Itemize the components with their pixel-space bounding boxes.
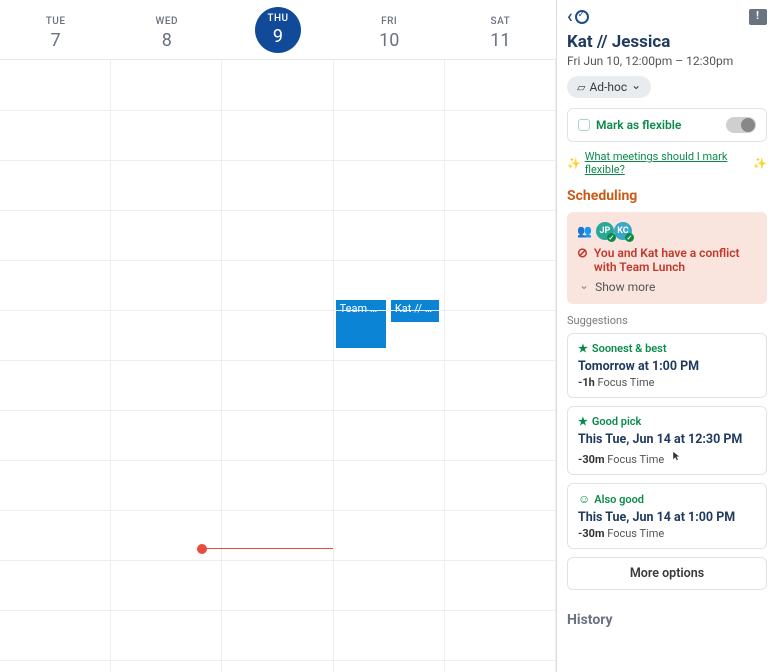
chevron-down-icon [631,80,641,94]
show-more-label: Show more [595,280,655,294]
mark-flexible-row: Mark as flexible [567,108,767,142]
hour-line [0,410,556,411]
conflict-text: You and Kat have a conflict with Team Lu… [594,246,757,274]
star-icon [578,342,588,355]
now-indicator [202,548,332,549]
clock-check-icon [575,10,589,24]
history-header: History [567,606,767,628]
suggestions-label: Suggestions [567,314,767,327]
check-icon: ✓ [625,233,634,242]
sparkle-icon [753,157,767,170]
calendar-header: TUE7WED8THU9FRI10SAT11 [0,0,556,60]
hour-line [0,110,556,111]
category-dropdown[interactable]: Ad-hoc [567,76,651,98]
back-icon[interactable] [567,8,573,26]
conflict-icon [577,246,588,261]
suggestion-time: Tomorrow at 1:00 PM [578,359,756,374]
smile-icon [578,492,590,506]
suggestion-badge: Soonest & best [592,342,667,355]
attendee-avatar[interactable]: KC✓ [614,222,632,240]
flexible-toggle[interactable] [726,117,756,133]
tag-icon [577,80,585,94]
flexible-help-row: What meetings should I mark flexible? [567,150,767,176]
flexibility-icon [578,119,590,131]
calendar-grid[interactable]: Team L…Kat // … [0,60,556,672]
hour-line [0,560,556,561]
hour-line [0,660,556,661]
calendar-column[interactable] [222,60,333,672]
calendar-column[interactable] [111,60,222,672]
hour-line [0,610,556,611]
hour-line [0,310,556,311]
calendar-day-header[interactable]: SAT11 [445,9,556,51]
calendar-day-header[interactable]: WED8 [111,9,222,51]
calendar-event[interactable]: Team L… [336,300,387,348]
calendar-day-header[interactable]: TUE7 [0,9,111,51]
hour-line [0,360,556,361]
sparkle-icon [567,157,581,170]
attendee-avatar[interactable]: JP✓ [596,222,614,240]
more-options-button[interactable]: More options [567,557,767,590]
event-title: Kat // Jessica [567,32,767,52]
suggestion-badge: Good pick [592,415,641,428]
suggestion-time: This Tue, Jun 14 at 1:00 PM [578,510,756,525]
hour-line [0,260,556,261]
star-icon [578,415,588,428]
suggestion-card[interactable]: Also good This Tue, Jun 14 at 1:00 PM -30m… [567,483,767,549]
hour-line [0,210,556,211]
suggestion-impact: -30m Focus Time [578,527,756,540]
flexible-help-link[interactable]: What meetings should I mark flexible? [585,150,750,176]
suggestion-badge: Also good [594,493,644,506]
suggestion-impact: -30m Focus Time [578,449,756,466]
hour-line [0,460,556,461]
category-label: Ad-hoc [589,80,627,94]
chevron-down-icon [579,280,589,294]
suggestion-time: This Tue, Jun 14 at 12:30 PM [578,432,756,447]
event-sidebar: Kat // Jessica Fri Jun 10, 12:00pm – 12:… [557,0,777,672]
event-datetime: Fri Jun 10, 12:00pm – 12:30pm [567,54,767,68]
sidebar-top-bar [567,8,767,26]
calendar-column[interactable] [445,60,556,672]
calendar-event[interactable]: Kat // … [391,300,439,322]
hour-line [0,160,556,161]
suggestion-card[interactable]: Soonest & best Tomorrow at 1:00 PM -1h Foc… [567,333,767,398]
suggestion-card[interactable]: Good pick This Tue, Jun 14 at 12:30 PM -30… [567,406,767,475]
cursor-pointer-icon [670,449,682,463]
calendar-column[interactable] [0,60,111,672]
feedback-icon[interactable] [749,9,767,25]
conflict-message: You and Kat have a conflict with Team Lu… [577,246,757,274]
mark-flexible-label: Mark as flexible [596,118,681,132]
calendar-panel: TUE7WED8THU9FRI10SAT11 Team L…Kat // … [0,0,557,672]
calendar-day-header[interactable]: FRI10 [334,9,445,51]
calendar-day-header[interactable]: THU9 [222,6,333,53]
conflict-box: 👥 JP✓KC✓ You and Kat have a conflict wit… [567,212,767,304]
attendee-avatars: 👥 JP✓KC✓ [577,222,757,240]
calendar-column[interactable]: Team L…Kat // … [334,60,445,672]
suggestion-impact: -1h Focus Time [578,376,756,389]
hour-line [0,510,556,511]
scheduling-header: Scheduling [567,188,767,204]
show-more-button[interactable]: Show more [577,280,757,294]
people-icon: 👥 [577,224,592,238]
